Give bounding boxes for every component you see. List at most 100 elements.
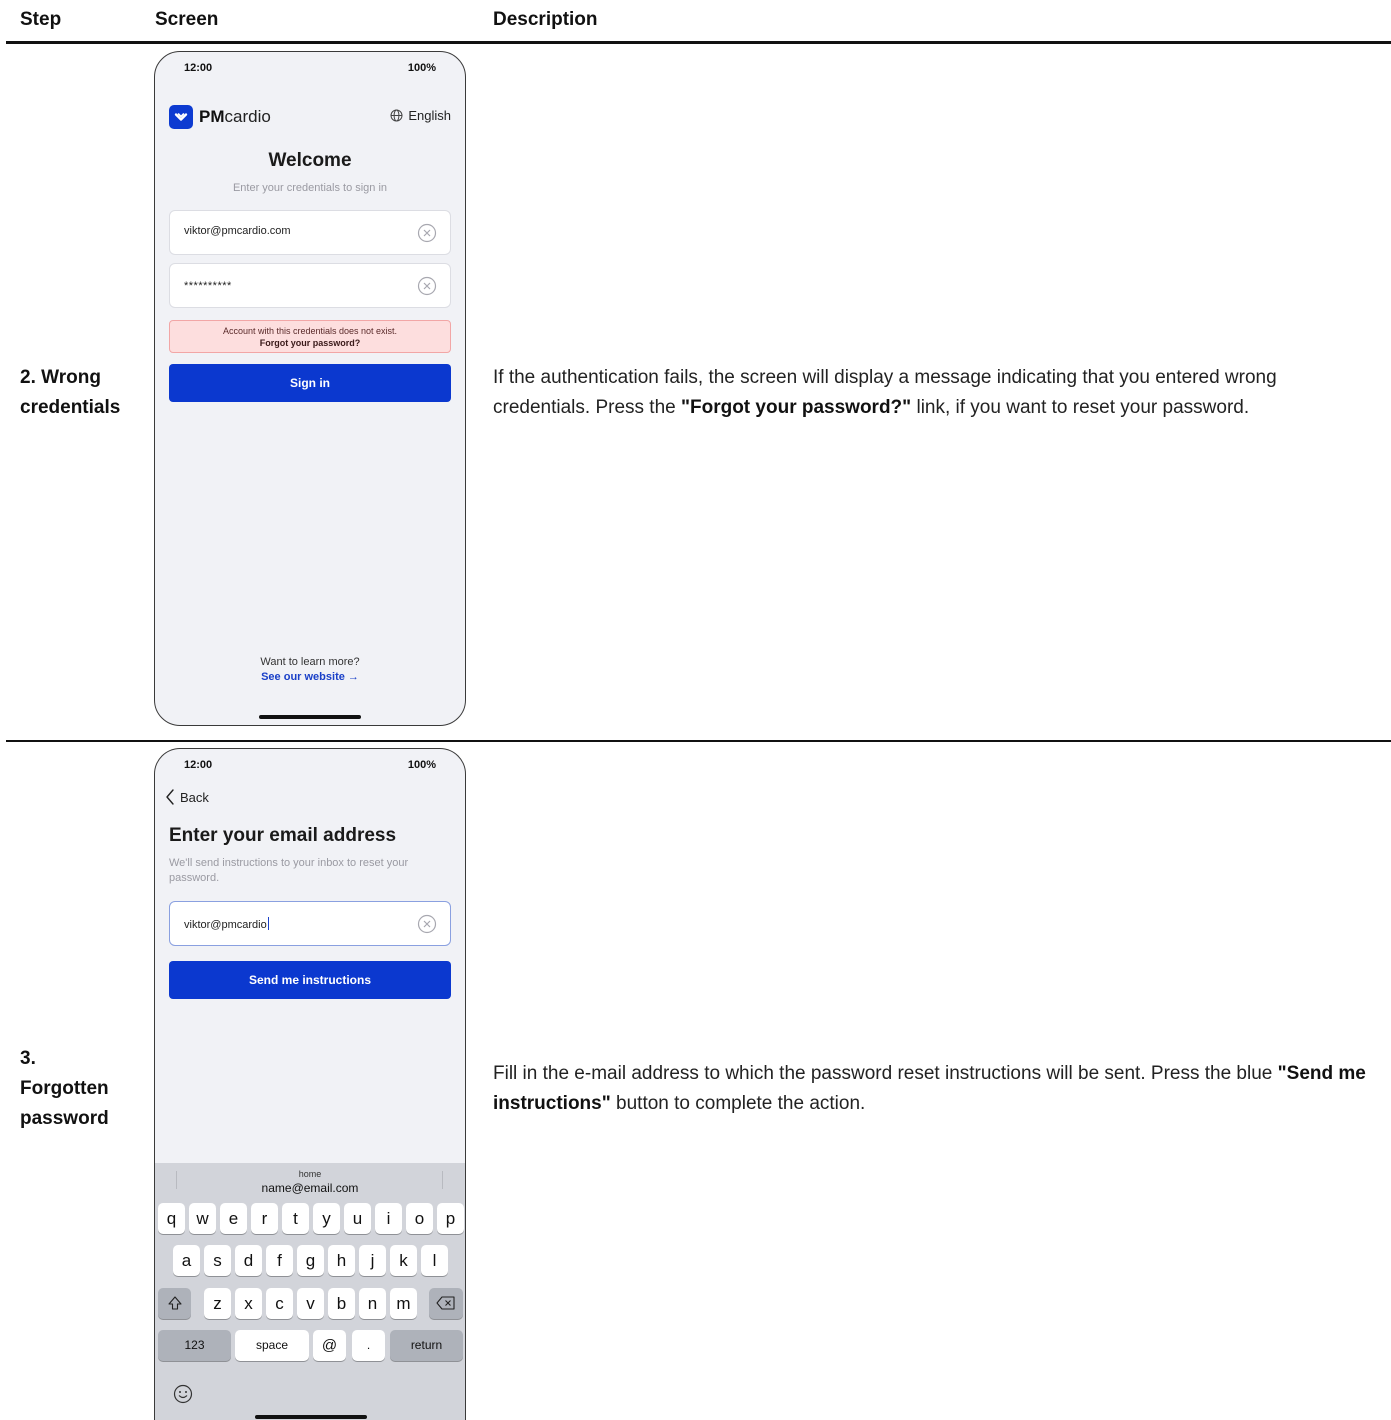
brand-name-pm: PM [199, 107, 225, 126]
forgot-password-link[interactable]: Forgot your password? [170, 337, 450, 349]
key[interactable]: e [220, 1203, 247, 1234]
description-text: link, if you want to reset your password… [911, 397, 1250, 418]
language-selector[interactable]: English [390, 108, 451, 123]
key[interactable]: q [158, 1203, 185, 1234]
key[interactable]: f [266, 1245, 293, 1276]
brand-name-cardio: cardio [224, 107, 271, 126]
email-field-value: viktor@pmcardio [184, 917, 269, 931]
back-button[interactable]: Back [165, 789, 209, 805]
home-indicator [255, 1415, 367, 1419]
chevron-left-icon [166, 789, 174, 805]
key[interactable]: x [235, 1288, 262, 1319]
clear-icon[interactable] [417, 276, 437, 296]
description-wrong-credentials: If the authentication fails, the screen … [493, 363, 1378, 423]
key[interactable]: p [437, 1203, 464, 1234]
backspace-key[interactable] [429, 1288, 463, 1319]
learn-more-text: Want to learn more? [260, 656, 360, 668]
suggestion-label: home [298, 1169, 322, 1179]
at-key[interactable]: @ [313, 1330, 346, 1361]
step-label-wrong-credentials: 2. Wrong credentials [20, 363, 120, 423]
status-battery: 100% [407, 62, 436, 74]
backspace-icon [436, 1296, 455, 1310]
key[interactable]: b [328, 1288, 355, 1319]
key[interactable]: o [406, 1203, 433, 1234]
autofill-suggestion[interactable]: home name@email.com [155, 1163, 465, 1199]
row-divider [6, 740, 1391, 742]
return-key[interactable]: return [390, 1330, 463, 1361]
step-label-line: credentials [20, 397, 121, 418]
sign-in-button[interactable]: Sign in [169, 364, 451, 402]
step-label-line: 2. Wrong [20, 367, 101, 388]
key[interactable]: r [251, 1203, 278, 1234]
brand-logo-group: PMcardio [169, 104, 271, 130]
key[interactable]: w [189, 1203, 216, 1234]
page-subtitle: We'll send instructions to your inbox to… [169, 857, 409, 884]
key[interactable]: l [421, 1245, 448, 1276]
language-label: English [408, 108, 451, 123]
dot-key[interactable]: . [352, 1330, 385, 1361]
description-bold-quote: " [902, 397, 912, 418]
step-label-line: password [20, 1108, 109, 1129]
key[interactable]: t [282, 1203, 309, 1234]
key[interactable]: y [313, 1203, 340, 1234]
page-subtitle: Enter your credentials to sign in [232, 182, 388, 194]
header-description: Description [493, 9, 598, 30]
page-title: Welcome [268, 150, 352, 171]
key[interactable]: k [390, 1245, 417, 1276]
status-bar: 12:00 100% [155, 62, 465, 78]
key[interactable]: j [359, 1245, 386, 1276]
step-label-forgotten-password: 3. Forgotten password [20, 1044, 109, 1134]
key[interactable]: g [297, 1245, 324, 1276]
email-field-value: viktor@pmcardio.com [184, 225, 291, 237]
password-field-value: ********** [184, 280, 232, 292]
email-field[interactable]: viktor@pmcardio.com [169, 210, 451, 255]
key[interactable]: v [297, 1288, 324, 1319]
status-battery: 100% [407, 759, 436, 771]
clear-icon[interactable] [417, 914, 437, 934]
description-bold: "Forgot your password? [680, 397, 903, 418]
key[interactable]: u [344, 1203, 371, 1234]
key[interactable]: c [266, 1288, 293, 1319]
clear-icon[interactable] [417, 223, 437, 243]
description-forgotten-password: Fill in the e-mail address to which the … [493, 1059, 1378, 1119]
text-cursor [267, 917, 269, 930]
phone-screen-login-error: 12:00 100% PMcardio English Welcome Ente… [154, 51, 466, 726]
on-screen-keyboard: home name@email.com q w e r t y u i o p … [155, 1163, 465, 1420]
key[interactable]: h [328, 1245, 355, 1276]
step-label-line: 3. [20, 1048, 36, 1069]
key[interactable]: n [359, 1288, 386, 1319]
header-rule [6, 41, 1391, 44]
phone-screen-forgot-password: 12:00 100% Back Enter your email address… [154, 748, 466, 1420]
status-time: 12:00 [184, 62, 213, 74]
status-bar: 12:00 100% [155, 759, 465, 775]
header-screen: Screen [155, 9, 219, 30]
description-text: button to complete the action. [610, 1093, 866, 1114]
key[interactable]: z [204, 1288, 231, 1319]
error-message: Account with this credentials does not e… [222, 326, 398, 336]
key[interactable]: s [204, 1245, 231, 1276]
status-time: 12:00 [184, 759, 213, 771]
brand-name: PMcardio [199, 107, 271, 127]
emoji-icon[interactable] [173, 1384, 193, 1404]
shift-key[interactable] [158, 1288, 191, 1319]
error-banner: Account with this credentials does not e… [169, 320, 451, 353]
website-link[interactable]: See our website → [155, 671, 465, 683]
password-field[interactable]: ********** [169, 263, 451, 308]
header-step: Step [20, 9, 62, 30]
space-key[interactable]: space [235, 1330, 309, 1361]
key[interactable]: i [375, 1203, 402, 1234]
email-field-text: viktor@pmcardio [184, 919, 267, 931]
shift-icon [167, 1296, 182, 1310]
numbers-key[interactable]: 123 [158, 1330, 231, 1361]
key[interactable]: m [390, 1288, 417, 1319]
description-text: Fill in the e-mail address to which the … [493, 1063, 1278, 1084]
key[interactable]: d [235, 1245, 262, 1276]
step-label-line: Forgotten [20, 1078, 109, 1099]
send-instructions-button[interactable]: Send me instructions [169, 961, 451, 999]
pmcardio-logo-icon [169, 105, 193, 129]
globe-icon [390, 109, 403, 122]
home-indicator [259, 715, 361, 719]
key[interactable]: a [173, 1245, 200, 1276]
page-title: Enter your email address [169, 825, 397, 846]
email-field[interactable]: viktor@pmcardio [169, 901, 451, 946]
